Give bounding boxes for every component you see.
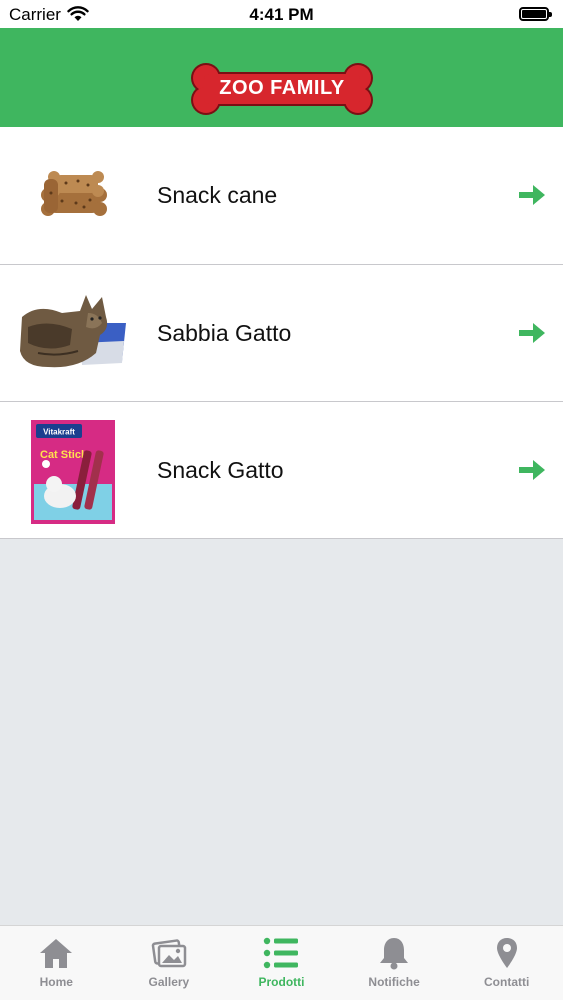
dog-biscuit-image <box>41 171 107 216</box>
tab-gallery[interactable]: Gallery <box>113 926 226 1000</box>
tab-prodotti[interactable]: Prodotti <box>225 926 338 1000</box>
app-header: ZOO FAMILY <box>0 28 563 127</box>
arrow-right-icon <box>519 323 545 343</box>
logo-text: ZOO FAMILY <box>219 77 345 99</box>
product-row-snack-gatto[interactable]: Vitakraft Cat Stick Snack Gatto <box>0 402 563 539</box>
tab-contatti[interactable]: Contatti <box>450 926 563 1000</box>
bell-icon <box>380 938 409 970</box>
product-list: Snack cane Sabbia Gatto Vitakraft Cat St… <box>0 127 563 539</box>
location-pin-icon <box>496 938 517 968</box>
product-label: Snack Gatto <box>157 456 284 483</box>
list-icon <box>264 937 299 969</box>
zoo-family-logo: ZOO FAMILY <box>190 62 374 116</box>
cat-litter-image <box>18 283 128 387</box>
status-bar: Carrier 4:41 PM <box>0 0 563 28</box>
battery-icon <box>519 7 552 21</box>
tab-notifiche[interactable]: Notifiche <box>338 926 451 1000</box>
arrow-right-icon <box>519 460 545 480</box>
tab-label: Gallery <box>148 975 190 989</box>
tab-label: Notifiche <box>368 975 420 989</box>
home-icon <box>40 939 73 968</box>
product-row-snack-cane[interactable]: Snack cane <box>0 127 563 265</box>
cat-stick-package-image: Vitakraft Cat Stick <box>31 420 115 524</box>
status-time: 4:41 PM <box>249 5 314 24</box>
tab-home[interactable]: Home <box>0 926 113 1000</box>
product-label: Sabbia Gatto <box>157 319 292 346</box>
gallery-icon <box>151 939 187 968</box>
product-label: Snack cane <box>157 182 278 208</box>
tab-label: Prodotti <box>258 975 305 989</box>
package-product-text: Cat Stick <box>40 449 88 461</box>
tab-label: Contatti <box>484 975 530 989</box>
arrow-right-icon <box>519 185 545 205</box>
tab-label: Home <box>39 975 73 989</box>
product-row-sabbia-gatto[interactable]: Sabbia Gatto <box>0 265 563 402</box>
tab-bar: Home Gallery Prodotti Notifiche Contatti <box>0 925 563 1000</box>
package-brand-text: Vitakraft <box>43 428 75 437</box>
